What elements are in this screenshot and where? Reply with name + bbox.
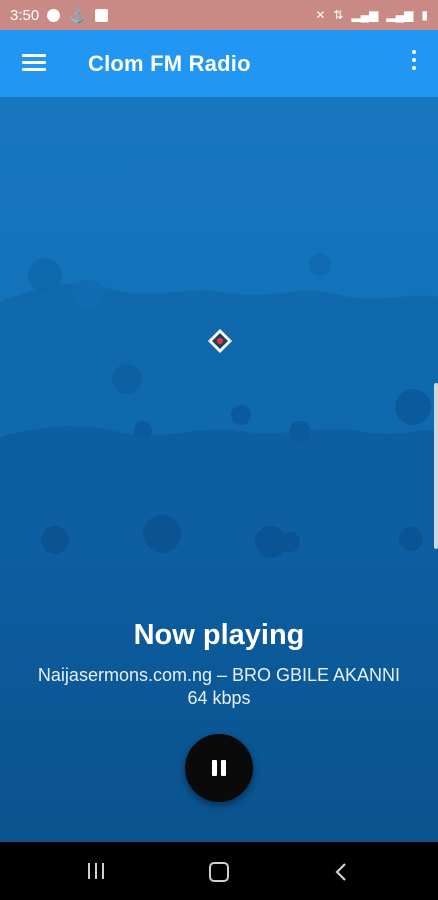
battery-icon: ▮ (421, 8, 428, 22)
play-circle-icon (47, 8, 61, 22)
pause-button[interactable] (185, 734, 253, 802)
now-playing-heading: Now playing (133, 619, 305, 651)
menu-icon[interactable] (22, 54, 46, 72)
track-title: Naijasermons.com.ng – BRO GBILE AKANNI (37, 665, 401, 685)
signal-icon: ▂▄▆ (351, 8, 379, 22)
app-title: Clom FM Radio (88, 51, 251, 76)
hero-artwork (0, 97, 438, 563)
app-bar: Clom FM Radio (0, 30, 438, 97)
status-right: ✕ ⇅ ▂▄▆ ▂▄▆ ▮ (315, 8, 428, 22)
status-left: 3:50 ⚓ (10, 6, 108, 24)
data-icon: ⇅ (333, 8, 344, 22)
home-icon[interactable] (209, 862, 229, 882)
bitrate-label: 64 kbps (187, 688, 251, 708)
more-options-icon[interactable] (410, 50, 418, 76)
status-bar: 3:50 ⚓ ✕ ⇅ ▂▄▆ ▂▄▆ ▮ (0, 0, 438, 30)
mute-icon: ✕ (315, 8, 326, 22)
scroll-indicator[interactable] (434, 383, 438, 549)
recent-apps-icon[interactable] (86, 863, 106, 879)
signal-icon: ▂▄▆ (386, 8, 414, 22)
message-icon (94, 8, 108, 22)
navigation-bar (0, 842, 438, 900)
station-logo-icon (207, 328, 233, 354)
pause-icon-bar (221, 760, 226, 776)
back-icon[interactable] (334, 862, 348, 882)
status-time: 3:50 (10, 6, 40, 24)
pause-icon (212, 760, 217, 776)
usb-icon: ⚓ (68, 7, 87, 24)
player-panel: Now playing Naijasermons.com.ng – BRO GB… (0, 563, 438, 842)
